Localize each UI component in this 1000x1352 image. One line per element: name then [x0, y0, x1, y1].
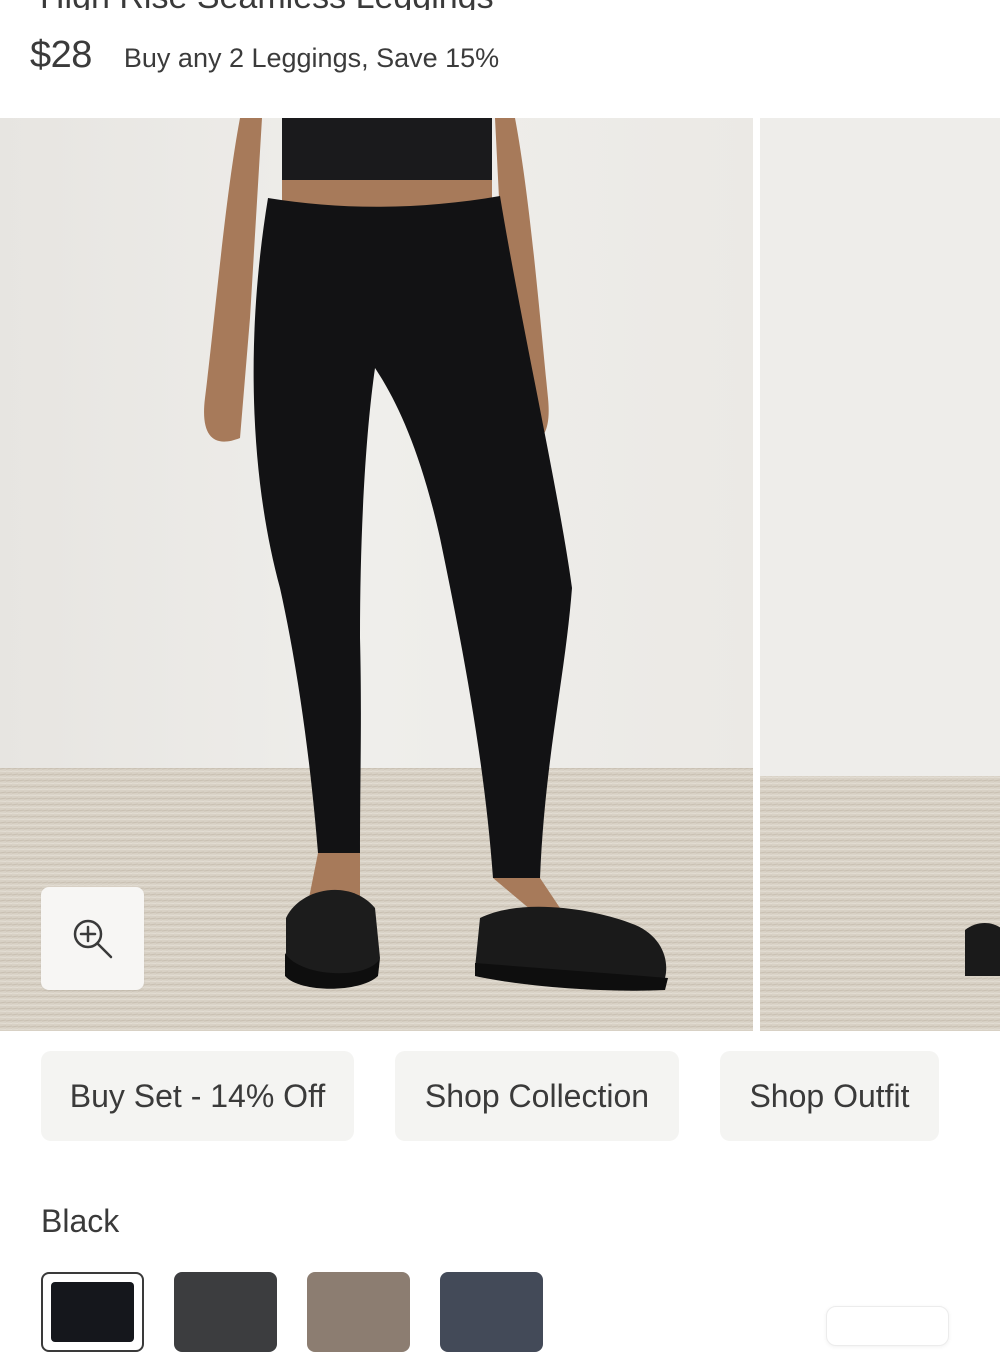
promo-text[interactable]: Buy any 2 Leggings, Save 15% — [124, 43, 499, 74]
swatch-chip — [51, 1282, 134, 1342]
color-swatch-slate-blue[interactable] — [440, 1272, 543, 1352]
product-image-carousel[interactable] — [0, 118, 1000, 1031]
shop-collection-button[interactable]: Shop Collection — [395, 1051, 679, 1141]
color-swatch-taupe[interactable] — [307, 1272, 410, 1352]
product-title: High Rise Seamless Leggings — [40, 0, 494, 10]
color-swatch-black[interactable] — [41, 1272, 144, 1352]
shop-outfit-button[interactable]: Shop Outfit — [720, 1051, 939, 1141]
buy-set-button[interactable]: Buy Set - 14% Off — [41, 1051, 354, 1141]
product-price: $28 — [30, 34, 92, 76]
selected-color-label: Black — [41, 1203, 120, 1239]
product-photo-next[interactable] — [760, 118, 1000, 1031]
zoom-in-icon — [73, 919, 112, 958]
color-swatch-charcoal[interactable] — [174, 1272, 277, 1352]
price-row: $28 Buy any 2 Leggings, Save 15% — [30, 34, 499, 84]
zoom-button[interactable] — [41, 887, 144, 990]
product-photo-main[interactable] — [0, 118, 753, 1031]
model-photo-partial-image — [760, 118, 1000, 1031]
action-buttons: Buy Set - 14% Off Shop Collection Shop O… — [0, 1051, 1000, 1141]
floating-widget[interactable] — [826, 1306, 949, 1346]
product-title-cropped: High Rise Seamless Leggings — [0, 0, 1000, 10]
